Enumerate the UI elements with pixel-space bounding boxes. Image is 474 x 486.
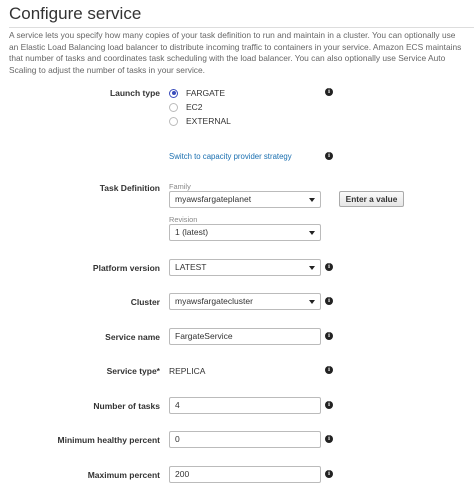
min-healthy-info-icon[interactable]: i: [325, 435, 333, 443]
radio-ec2-label: EC2: [186, 102, 203, 112]
launch-type-label: Launch type: [109, 88, 160, 98]
title-divider: [9, 27, 474, 28]
revision-sublabel: Revision: [169, 215, 198, 224]
capacity-provider-link[interactable]: Switch to capacity provider strategy: [169, 152, 292, 161]
max-percent-info-icon[interactable]: i: [325, 470, 333, 478]
service-type-info-icon[interactable]: i: [325, 366, 333, 374]
cluster-label: Cluster: [130, 297, 160, 307]
task-definition-label: Task Definition: [99, 183, 160, 193]
radio-ec2-button[interactable]: [169, 102, 178, 112]
platform-version-select[interactable]: LATEST: [169, 259, 321, 276]
enter-value-button[interactable]: Enter a value: [339, 191, 404, 207]
page-description: A service lets you specify how many copi…: [9, 30, 462, 75]
min-healthy-label: Minimum healthy percent: [57, 435, 161, 445]
cluster-select-value: myawsfargatecluster: [175, 296, 253, 306]
chevron-down-icon: [309, 198, 315, 202]
radio-fargate-label: FARGATE: [186, 88, 226, 98]
service-type-value: REPLICA: [169, 366, 206, 376]
chevron-down-icon: [309, 300, 315, 304]
max-percent-input[interactable]: 200: [169, 466, 321, 483]
platform-version-label: Platform version: [92, 263, 160, 273]
service-name-input[interactable]: FargateService: [169, 328, 321, 345]
radio-fargate[interactable]: FARGATE: [169, 87, 225, 99]
service-name-label: Service name: [105, 332, 160, 342]
family-select[interactable]: myawsfargateplanet: [169, 191, 321, 208]
number-of-tasks-label: Number of tasks: [93, 401, 160, 411]
platform-version-value: LATEST: [175, 262, 207, 272]
number-of-tasks-input[interactable]: 4: [169, 397, 321, 414]
chevron-down-icon: [309, 266, 315, 270]
radio-external-button[interactable]: [169, 116, 178, 126]
family-select-value: myawsfargateplanet: [175, 194, 252, 204]
radio-external-label: EXTERNAL: [186, 116, 231, 126]
max-percent-label: Maximum percent: [87, 470, 160, 480]
launch-type-info-icon[interactable]: i: [325, 88, 333, 96]
min-healthy-input[interactable]: 0: [169, 431, 321, 448]
family-sublabel: Family: [169, 182, 191, 191]
revision-select[interactable]: 1 (latest): [169, 224, 321, 241]
radio-fargate-button[interactable]: [169, 88, 178, 98]
capacity-info-icon[interactable]: i: [325, 152, 333, 160]
radio-external[interactable]: EXTERNAL: [169, 115, 231, 127]
radio-ec2[interactable]: EC2: [169, 101, 203, 113]
cluster-select[interactable]: myawsfargatecluster: [169, 293, 321, 310]
page-title: Configure service: [9, 4, 142, 23]
cluster-info-icon[interactable]: i: [325, 297, 333, 305]
service-name-info-icon[interactable]: i: [325, 332, 333, 340]
revision-select-value: 1 (latest): [175, 227, 209, 237]
chevron-down-icon: [309, 231, 315, 235]
number-of-tasks-info-icon[interactable]: i: [325, 401, 333, 409]
service-type-label: Service type*: [106, 366, 160, 376]
platform-version-info-icon[interactable]: i: [325, 263, 333, 271]
